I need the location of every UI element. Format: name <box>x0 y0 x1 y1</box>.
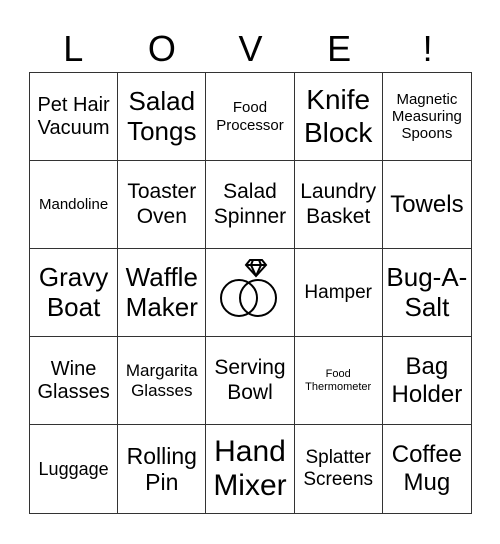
cell-label: Wine Glasses <box>37 357 110 403</box>
bingo-cell[interactable]: Mandoline <box>30 161 119 249</box>
cell-label: Hamper <box>304 281 372 303</box>
bingo-cell[interactable]: Rolling Pin <box>118 425 207 513</box>
bingo-cell[interactable]: Margarita Glasses <box>118 337 207 425</box>
cell-label: Margarita Glasses <box>125 360 198 400</box>
cell-label: Toaster Oven <box>127 180 197 228</box>
cell-label: Mandoline <box>38 195 109 213</box>
bingo-cell[interactable]: Luggage <box>30 425 119 513</box>
bingo-cell[interactable]: Wine Glasses <box>30 337 119 425</box>
bingo-cell[interactable]: Towels <box>382 161 471 249</box>
bingo-grid: Pet Hair Vacuum Salad Tongs Food Processor… <box>29 72 472 514</box>
cell-label: Splatter Screens <box>303 447 374 490</box>
bingo-cell[interactable]: Salad Spinner <box>206 161 295 249</box>
bingo-cell[interactable]: Salad Tongs <box>118 73 207 161</box>
cell-label: Pet Hair Vacuum <box>37 93 110 139</box>
bingo-cell[interactable]: Bag Holder <box>382 337 471 425</box>
bingo-cell[interactable]: Magnetic Measuring Spoons <box>382 73 471 161</box>
bingo-cell[interactable]: Bug-A-Salt <box>382 249 471 337</box>
bingo-cell[interactable]: Coffee Mug <box>383 425 471 513</box>
cell-label: Luggage <box>38 458 109 479</box>
cell-label: Waffle Maker <box>125 261 198 322</box>
cell-label: Knife Block <box>303 84 373 148</box>
wedding-rings-icon <box>212 252 288 333</box>
cell-label: Bug-A-Salt <box>386 261 468 322</box>
bingo-cell[interactable]: Knife Block <box>294 73 383 161</box>
header-letter: V <box>238 28 263 69</box>
bingo-cell[interactable]: Hand Mixer <box>206 425 295 513</box>
bingo-cell[interactable]: Toaster Oven <box>118 161 207 249</box>
bingo-cell[interactable]: Serving Bowl <box>206 337 295 425</box>
cell-label: Gravy Boat <box>38 261 109 322</box>
bingo-cell[interactable]: Pet Hair Vacuum <box>30 73 119 161</box>
bingo-header: L O V E ! <box>29 26 472 72</box>
cell-label: Magnetic Measuring Spoons <box>391 90 462 143</box>
free-space-cell[interactable] <box>206 249 295 337</box>
bingo-cell[interactable]: Hamper <box>294 249 383 337</box>
bingo-cell[interactable]: Laundry Basket <box>294 161 383 249</box>
cell-label: Rolling Pin <box>126 442 197 495</box>
cell-label: Towels <box>390 190 464 218</box>
bingo-cell[interactable]: Gravy Boat <box>30 249 119 337</box>
cell-label: Serving Bowl <box>214 356 286 404</box>
bingo-cell[interactable]: Waffle Maker <box>118 249 207 337</box>
cell-label: Bag Holder <box>391 352 463 408</box>
bingo-cell[interactable]: Food Processor <box>206 73 295 161</box>
cell-label: Food Processor <box>216 99 284 134</box>
cell-label: Salad Tongs <box>127 85 197 146</box>
bingo-cell[interactable]: Food Thermometer <box>294 337 383 425</box>
header-letter: L <box>63 28 84 69</box>
cell-label: Laundry Basket <box>300 180 377 228</box>
header-letter: O <box>147 28 176 69</box>
cell-label: Food Thermometer <box>305 367 372 393</box>
cell-label: Hand Mixer <box>213 434 287 503</box>
cell-label: Salad Spinner <box>213 180 287 228</box>
bingo-cell[interactable]: Splatter Screens <box>295 425 383 513</box>
header-letter: ! <box>422 28 433 69</box>
cell-label: Coffee Mug <box>391 441 463 496</box>
header-letter: E <box>327 28 352 69</box>
